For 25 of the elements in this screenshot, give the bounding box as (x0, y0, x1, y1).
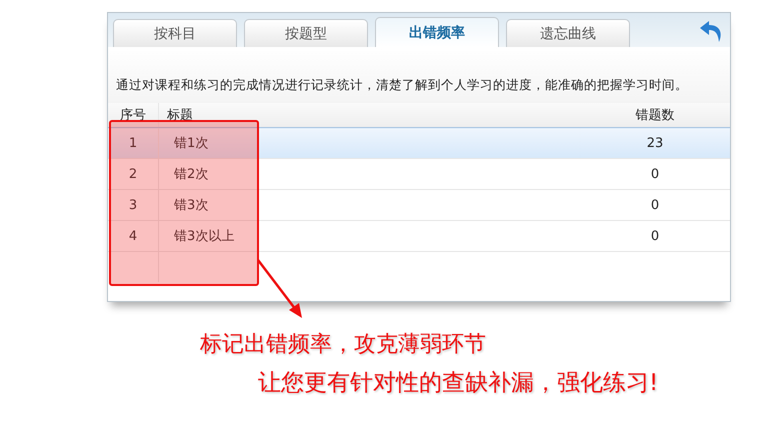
table-cell: 错1次 (158, 128, 580, 158)
table-cell: 4 (108, 220, 158, 252)
column-header: 错题数 (580, 103, 730, 128)
table-row[interactable]: 3 错3次 0 (108, 190, 730, 220)
table-row[interactable]: 2 错2次 0 (108, 158, 730, 190)
table-cell: 0 (580, 158, 730, 190)
table-cell: 2 (108, 158, 158, 190)
callout-text: 标记出错频率，攻克薄弱环节 (200, 331, 486, 359)
tab[interactable]: 遗忘曲线 (506, 19, 630, 47)
table-cell: 0 (580, 190, 730, 220)
tab[interactable]: 按科目 (113, 19, 237, 47)
table-cell: 1 (108, 128, 158, 158)
description: 通过对课程和练习的完成情况进行记录统计，清楚了解到个人学习的进度，能准确的把握学习时间。 (108, 47, 730, 103)
tab[interactable]: 按题型 (244, 19, 368, 47)
table-cell: 错3次以上 (158, 220, 580, 252)
column-header: 序号 (108, 103, 158, 128)
callout-text: 让您更有针对性的查缺补漏，强化练习! (258, 369, 658, 398)
table-row[interactable]: 1 错1次 23 (108, 128, 730, 158)
table-cell: 0 (580, 220, 730, 252)
table-row[interactable]: 4 错3次以上 0 (108, 220, 730, 252)
table-cell: 3 (108, 190, 158, 220)
tab[interactable]: 出错频率 (375, 17, 499, 47)
table-cell: 23 (580, 128, 730, 158)
table-cell: 错2次 (158, 158, 580, 190)
table-cell: 错3次 (158, 190, 580, 220)
